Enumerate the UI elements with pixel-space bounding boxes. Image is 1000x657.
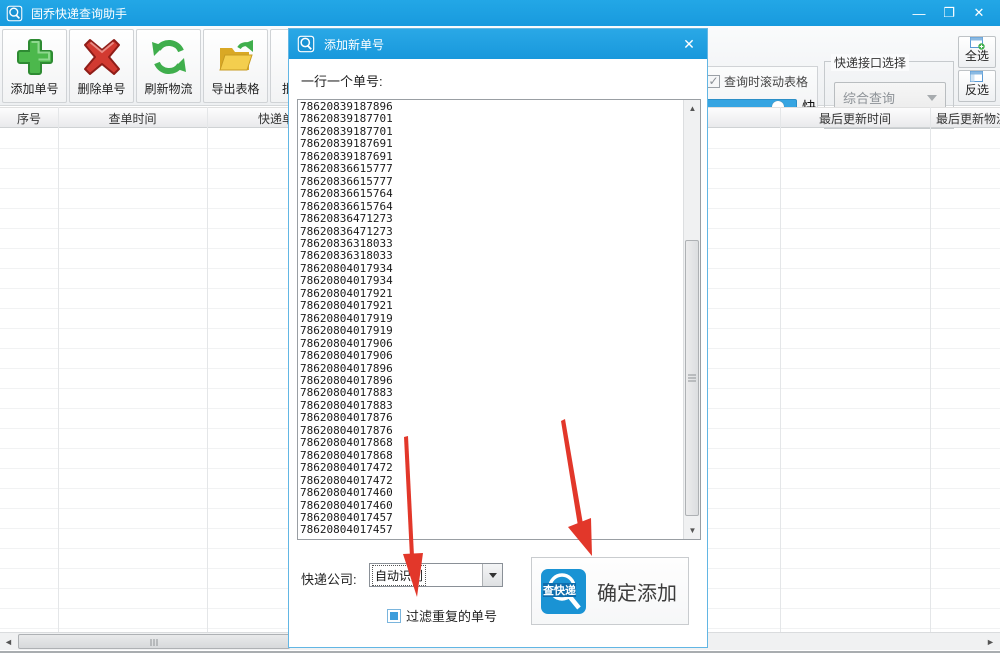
- grid-line: [780, 107, 781, 632]
- scroll-left-icon[interactable]: ◄: [0, 633, 17, 650]
- export-table-button[interactable]: 导出表格: [203, 29, 268, 103]
- confirm-add-button[interactable]: 查快递 确定添加: [531, 557, 689, 625]
- scroll-up-icon[interactable]: ▲: [684, 100, 701, 117]
- grid-line: [58, 107, 59, 632]
- chevron-down-icon: [927, 95, 937, 101]
- column-header-last-update-status[interactable]: 最后更新物流: [930, 108, 1000, 129]
- grid-line: [930, 107, 931, 632]
- tracking-numbers-text[interactable]: 78620839187896 78620839187701 7862083918…: [300, 101, 680, 538]
- window-title: 固乔快递查询助手: [31, 6, 128, 21]
- scroll-down-icon[interactable]: ▼: [684, 522, 701, 539]
- refresh-icon: [151, 40, 186, 74]
- checkbox-checked-icon: ✓: [707, 74, 720, 88]
- scrollbar-grip: [150, 639, 158, 646]
- scrollbar-grip: [688, 374, 696, 382]
- chevron-down-icon: [488, 572, 497, 578]
- toolbar-button-label: 添加单号: [10, 82, 59, 96]
- invert-select-label: 反选: [964, 83, 989, 97]
- api-combobox-value: 综合查询: [843, 90, 896, 106]
- tracking-numbers-textarea[interactable]: 78620839187896 78620839187701 7862083918…: [297, 99, 701, 540]
- add-number-dialog: 添加新单号 ✕ 一行一个单号: 78620839187896 786208391…: [288, 28, 708, 648]
- api-group-title: 快递接口选择: [831, 54, 910, 71]
- scroll-table-checkbox[interactable]: ✓ 查询时滚动表格: [707, 73, 808, 90]
- delete-number-button[interactable]: 删除单号: [69, 29, 134, 103]
- maximize-button[interactable]: ❐: [934, 0, 964, 26]
- column-header-query-time[interactable]: 查单时间: [58, 108, 207, 129]
- grid-line: [207, 107, 208, 632]
- toolbar-button-label: 刷新物流: [144, 82, 193, 96]
- dialog-title: 添加新单号: [324, 37, 385, 52]
- delete-icon: [83, 39, 120, 75]
- invert-select-button[interactable]: 反选: [958, 70, 996, 102]
- toolbar-button-label: 导出表格: [211, 82, 260, 96]
- vertical-scrollbar-thumb[interactable]: [685, 240, 699, 516]
- checkbox-checked-icon: [387, 608, 401, 623]
- add-icon: [16, 39, 53, 75]
- confirm-add-label: 确定添加: [597, 582, 677, 605]
- svg-text:查快递: 查快递: [543, 583, 576, 597]
- app-logo-icon: [6, 5, 23, 21]
- select-all-button[interactable]: 全选: [958, 36, 996, 68]
- close-button[interactable]: ✕: [964, 0, 994, 26]
- company-combobox-dropdown[interactable]: [482, 564, 502, 586]
- column-header-index[interactable]: 序号: [0, 108, 58, 129]
- company-combobox[interactable]: 自动识别: [369, 563, 503, 587]
- select-all-label: 全选: [964, 49, 989, 63]
- dialog-logo-icon: [297, 35, 315, 53]
- toolbar-button-label: 删除单号: [77, 82, 126, 96]
- window-bottom-edge: [0, 651, 1000, 653]
- export-icon: [218, 40, 253, 71]
- vertical-scrollbar[interactable]: ▲ ▼: [683, 100, 700, 539]
- dialog-close-button[interactable]: ✕: [681, 36, 697, 52]
- minimize-button[interactable]: —: [904, 0, 934, 26]
- company-label: 快递公司:: [301, 572, 357, 587]
- column-header-last-update-time[interactable]: 最后更新时间: [780, 108, 930, 129]
- filter-duplicates-checkbox[interactable]: 过滤重复的单号: [387, 606, 497, 625]
- refresh-logistics-button[interactable]: 刷新物流: [136, 29, 201, 103]
- titlebar: 固乔快递查询助手 — ❐ ✕: [0, 0, 1000, 26]
- filter-checkbox-label: 过滤重复的单号: [406, 609, 498, 624]
- dialog-titlebar: 添加新单号 ✕: [289, 29, 707, 59]
- scroll-right-icon[interactable]: ►: [982, 633, 999, 650]
- app-window: 固乔快递查询助手 — ❐ ✕ 添加单号 删除单号 刷新物流 导出表格 ✓ 查询时…: [0, 0, 1000, 657]
- company-combobox-value: 自动识别: [371, 564, 427, 586]
- add-number-button[interactable]: 添加单号: [2, 29, 67, 103]
- horizontal-scrollbar-thumb[interactable]: [18, 634, 290, 649]
- chakuaidi-logo-icon: 查快递: [541, 568, 586, 614]
- scroll-checkbox-label: 查询时滚动表格: [724, 75, 809, 89]
- dialog-hint-label: 一行一个单号:: [301, 74, 383, 89]
